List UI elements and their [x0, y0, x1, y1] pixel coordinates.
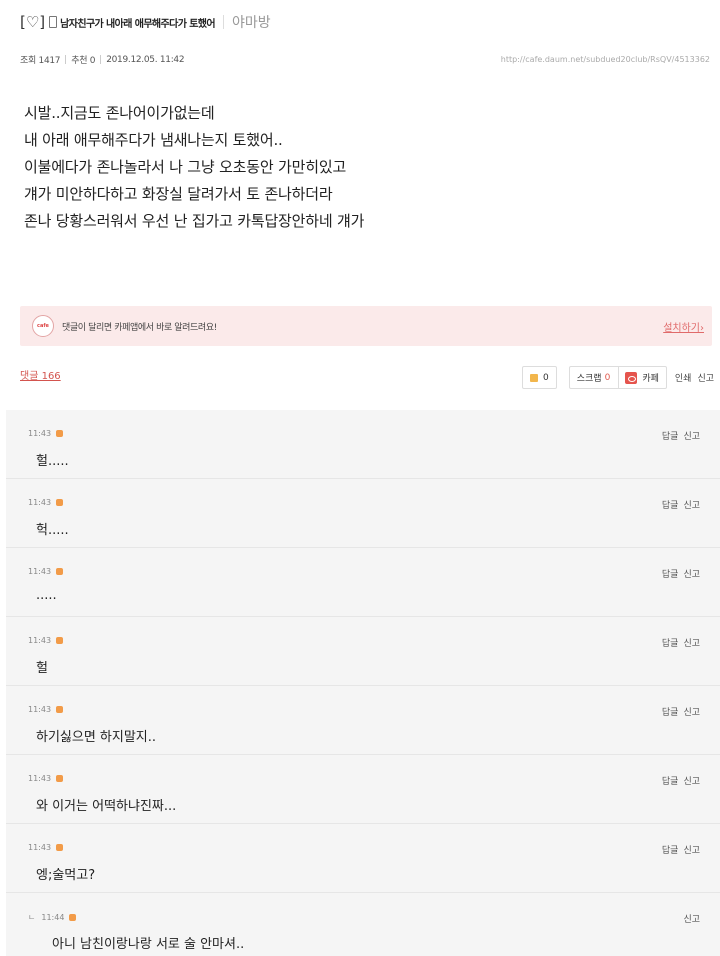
install-link[interactable]: 설치하기›: [663, 319, 704, 334]
comment-text: 헐.....: [36, 454, 69, 469]
cafe-app-icon: cafe: [32, 315, 54, 337]
like-count: 추천 0: [71, 56, 96, 66]
comment-text: 아니 남친이랑나랑 서로 술 안마셔..: [52, 937, 245, 952]
report-link[interactable]: 신고: [683, 639, 700, 649]
post-meta: 조회 1417 추천 0 2019.12.05. 11:42: [20, 53, 185, 67]
comment-item: 11:43 답글 신고 .....: [6, 548, 720, 617]
author-badge-icon: [56, 499, 64, 506]
report-link[interactable]: 신고: [683, 708, 700, 718]
mobile-icon: [49, 16, 58, 28]
post-body: 시발..지금도 존나어이가없는데 내 아래 애무해주다가 냄새나는지 토했어..…: [24, 100, 684, 235]
divider: [223, 15, 225, 29]
comment-time: 11:43: [28, 774, 52, 783]
reply-comment-item: ㄴ 11:44 신고 아니 남친이랑나랑 서로 술 안마셔..: [6, 893, 720, 956]
post-line: 걔가 미안하다하고 화장실 달려가서 토 존나하더라: [24, 185, 333, 203]
like-button-count: 0: [543, 372, 549, 383]
divider: [618, 367, 620, 388]
comment-time: 11:43: [28, 567, 52, 576]
report-link[interactable]: 신고: [683, 432, 700, 442]
author-badge-icon: [56, 775, 64, 782]
cafe-share-label: 카페: [642, 374, 659, 384]
view-count: 조회 1417: [20, 56, 61, 66]
report-link[interactable]: 신고: [683, 777, 700, 787]
reply-link[interactable]: 답글: [662, 432, 679, 442]
reply-arrow-icon: ㄴ: [28, 913, 36, 922]
post-url[interactable]: http://cafe.daum.net/subdued20club/RsQV/…: [501, 55, 710, 64]
scrap-count: 0: [604, 372, 611, 383]
comment-text: 와 이거는 어떡하냐진짜...: [36, 799, 177, 814]
report-link[interactable]: 신고: [697, 371, 714, 384]
reply-link[interactable]: 답글: [662, 846, 679, 856]
reply-link[interactable]: 답글: [662, 501, 679, 511]
app-install-banner: cafe 댓글이 달리면 카페앱에서 바로 알려드려요! 설치하기›: [20, 306, 712, 346]
thumbs-up-icon: [530, 373, 538, 382]
comment-item: 11:43 답글 신고 헐.....: [6, 410, 720, 479]
scrap-button[interactable]: 스크랩 0 카페: [568, 366, 667, 389]
divider: [65, 55, 67, 64]
report-link[interactable]: 신고: [683, 846, 700, 856]
cafe-share-icon: [625, 371, 638, 384]
comment-item: 11:43 답글 신고 하기싫으면 하지말지..: [6, 686, 720, 755]
comment-time: 11:43: [28, 705, 52, 714]
post-toolbar: 0 스크랩 0 카페 인쇄 신고: [522, 366, 714, 389]
comment-time: 11:44: [41, 913, 65, 922]
author-badge-icon: [56, 637, 64, 644]
author-badge-icon: [69, 914, 77, 921]
comment-time: 11:43: [28, 429, 52, 438]
author-badge-icon: [56, 430, 64, 437]
report-link[interactable]: 신고: [683, 501, 700, 511]
comment-item: 11:43 답글 신고 헐: [6, 617, 720, 686]
comment-text: 헉.....: [36, 523, 69, 538]
author-badge-icon: [56, 568, 64, 575]
comment-time: 11:43: [28, 843, 52, 852]
comment-text: 하기싫으면 하지말지..: [36, 730, 157, 745]
reply-link[interactable]: 답글: [662, 777, 679, 787]
reply-link[interactable]: 답글: [662, 708, 679, 718]
reply-link[interactable]: 답글: [662, 639, 679, 649]
post-line: 내 아래 애무해주다가 냄새나는지 토했어..: [24, 131, 283, 149]
post-header: [♡] 남자친구가 내아래 애무해주다가 토했어 야마방: [20, 10, 271, 34]
post-line: 이불에다가 존나놀라서 나 그냥 오초동안 가만히있고: [24, 158, 347, 176]
comment-time: 11:43: [28, 636, 52, 645]
comment-count-link[interactable]: 댓글 166: [20, 367, 61, 382]
comment-list: 11:43 답글 신고 헐..... 11:43 답글 신고 헉..... 11:4…: [6, 410, 720, 956]
report-link[interactable]: 신고: [683, 570, 700, 580]
post-title: 남자친구가 내아래 애무해주다가 토했어: [60, 18, 216, 30]
report-link[interactable]: 신고: [683, 915, 700, 925]
comment-text: .....: [36, 588, 57, 603]
author-badge-icon: [56, 706, 64, 713]
comment-text: 헐: [36, 661, 48, 676]
like-button[interactable]: 0: [522, 366, 557, 389]
comment-text: 엥;술먹고?: [36, 868, 96, 883]
comment-item: 11:43 답글 신고 엥;술먹고?: [6, 824, 720, 893]
reply-link[interactable]: 답글: [662, 570, 679, 580]
heart-icon[interactable]: [♡]: [20, 13, 45, 31]
author-badge-icon: [56, 844, 64, 851]
scrap-label: 스크랩: [576, 374, 602, 384]
post-line: 시발..지금도 존나어이가없는데: [24, 104, 215, 122]
comment-time: 11:43: [28, 498, 52, 507]
print-link[interactable]: 인쇄: [675, 371, 692, 384]
banner-message: 댓글이 달리면 카페앱에서 바로 알려드려요!: [62, 322, 217, 333]
comment-item: 11:43 답글 신고 헉.....: [6, 479, 720, 548]
divider: [100, 55, 102, 64]
post-date: 2019.12.05. 11:42: [106, 54, 185, 65]
comment-item: 11:43 답글 신고 와 이거는 어떡하냐진짜...: [6, 755, 720, 824]
post-line: 존나 당황스러워서 우선 난 집가고 카톡답장안하네 걔가: [24, 212, 365, 230]
board-name[interactable]: 야마방: [232, 12, 271, 32]
